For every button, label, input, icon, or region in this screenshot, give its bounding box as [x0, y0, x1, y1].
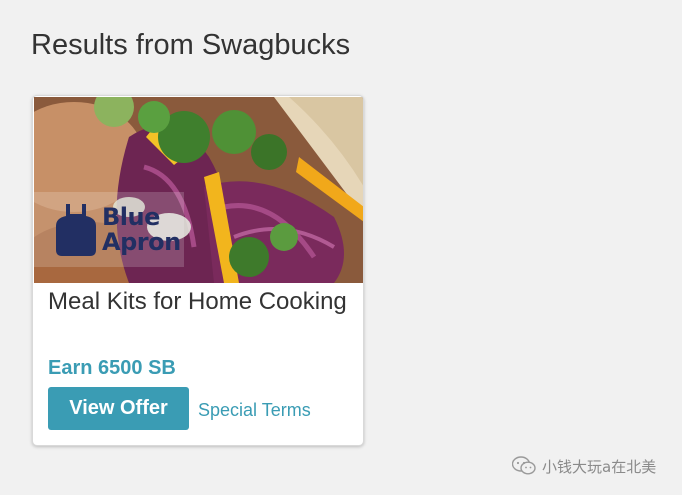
wechat-icon — [512, 456, 536, 475]
watermark: 小钱大玩a在北美 — [512, 454, 656, 478]
special-terms-link[interactable]: Special Terms — [198, 398, 311, 422]
offer-title[interactable]: Meal Kits for Home Cooking — [48, 286, 348, 317]
watermark-text: 小钱大玩a在北美 — [542, 457, 657, 476]
blue-apron-logo: Blue Apron — [56, 201, 181, 261]
earn-amount: Earn 6500 SB — [48, 357, 176, 379]
brand-name-line1: Blue — [102, 203, 160, 231]
page-title: Results from Swagbucks — [31, 29, 351, 61]
offer-card[interactable]: Blue Apron Meal Kits for Home Cooking Ea… — [32, 95, 364, 446]
view-offer-button[interactable]: View Offer — [48, 387, 189, 430]
apron-icon — [56, 204, 96, 256]
brand-name-line2: Apron — [102, 228, 181, 256]
offer-image[interactable]: Blue Apron — [34, 97, 363, 283]
